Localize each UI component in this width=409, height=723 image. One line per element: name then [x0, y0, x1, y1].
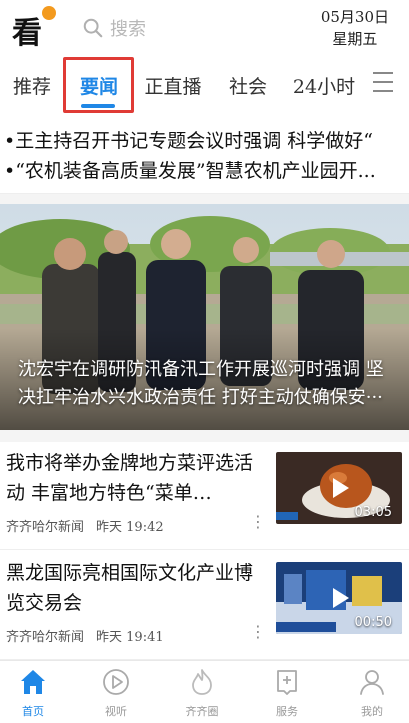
tab-label: 24小时	[292, 75, 356, 98]
nav-label: 服务	[276, 705, 298, 718]
tab-society[interactable]: 社会	[222, 56, 274, 114]
app-logo[interactable]: 看齐	[12, 6, 62, 95]
video-duration: 00:50	[354, 615, 392, 630]
nav-services[interactable]: 服务	[257, 667, 317, 719]
tab-label: 正直播	[144, 75, 202, 98]
active-tab-indicator	[81, 104, 115, 108]
news-item[interactable]: 我市将举办金牌地方菜评选活动 丰富地方特色“菜单… 齐齐哈尔新闻 昨天 19:42…	[0, 442, 409, 550]
ticker-item[interactable]: •“农机装备高质量发展”智慧农机产业园开...	[4, 156, 376, 183]
news-title: 黑龙国际亮相国际文化产业博览交易会	[6, 562, 254, 614]
more-options-icon[interactable]: ⋮	[250, 512, 266, 531]
video-thumbnail[interactable]: 03:05	[276, 452, 402, 524]
play-circle-icon	[103, 669, 129, 695]
hero-caption: 沈宏宇在调研防汛备汛工作开展巡河时强调 坚决扛牢治水兴水政治责任 打好主动仗确保…	[18, 359, 384, 408]
date-text: 05月30日	[320, 8, 389, 26]
news-meta: 齐齐哈尔新闻 昨天 19:41	[6, 626, 164, 645]
flame-icon	[192, 669, 212, 695]
user-icon	[360, 670, 384, 695]
weekday-text: 星期五	[332, 30, 378, 48]
tab-recommend[interactable]: 推荐	[4, 56, 60, 114]
channel-tabs: 推荐 要闻 正直播 社会 24小时	[0, 56, 409, 116]
nav-community[interactable]: 齐齐圈	[172, 667, 232, 719]
play-icon	[333, 588, 349, 608]
section-divider	[0, 430, 409, 442]
date-display: 05月30日 星期五	[321, 6, 389, 50]
more-options-icon[interactable]: ⋮	[250, 622, 266, 641]
tab-24hours[interactable]: 24小时	[286, 56, 362, 114]
news-source: 齐齐哈尔新闻	[6, 630, 85, 645]
news-time: 昨天 19:42	[96, 520, 164, 535]
tab-label: 推荐	[12, 75, 51, 98]
search-placeholder: 搜索	[110, 19, 146, 40]
nav-profile[interactable]: 我的	[342, 667, 402, 719]
nav-audio-visual[interactable]: 视听	[86, 667, 146, 719]
search-icon	[83, 18, 103, 38]
nav-label: 齐齐圈	[185, 705, 219, 718]
ticker-item[interactable]: •王主持召开书记专题会议时强调 科学做好“	[4, 126, 373, 153]
news-item[interactable]: 黑龙国际亮相国际文化产业博览交易会 齐齐哈尔新闻 昨天 19:41 ⋮ 00:50	[0, 552, 409, 660]
news-meta: 齐齐哈尔新闻 昨天 19:42	[6, 516, 164, 535]
video-thumbnail[interactable]: 00:50	[276, 562, 402, 634]
play-icon	[333, 478, 349, 498]
news-ticker: •王主持召开书记专题会议时强调 科学做好“ •“农机装备高质量发展”智慧农机产业…	[0, 120, 409, 194]
logo-sun-icon	[42, 6, 56, 20]
bottom-navigation: 首页 视听 齐齐圈 服务 我的	[0, 660, 409, 723]
news-title: 我市将举办金牌地方菜评选活动 丰富地方特色“菜单…	[6, 452, 254, 504]
nav-home[interactable]: 首页	[3, 667, 63, 719]
section-divider	[0, 194, 409, 204]
tab-live[interactable]: 正直播	[138, 56, 208, 114]
nav-label: 视听	[105, 705, 127, 718]
home-icon	[21, 670, 45, 694]
video-duration: 03:05	[354, 505, 392, 520]
news-time: 昨天 19:41	[96, 630, 164, 645]
channel-menu-icon[interactable]	[373, 72, 393, 96]
tab-label: 社会	[228, 75, 267, 98]
nav-label: 我的	[361, 705, 383, 718]
search-bar[interactable]: 搜索	[82, 14, 146, 42]
hero-news-card[interactable]: 沈宏宇在调研防汛备汛工作开展巡河时强调 坚决扛牢治水兴水政治责任 打好主动仗确保…	[0, 204, 409, 430]
nav-label: 首页	[22, 705, 44, 718]
service-icon	[277, 670, 297, 695]
news-source: 齐齐哈尔新闻	[6, 520, 85, 535]
app-header: 看齐 搜索 05月30日 星期五	[0, 0, 409, 95]
